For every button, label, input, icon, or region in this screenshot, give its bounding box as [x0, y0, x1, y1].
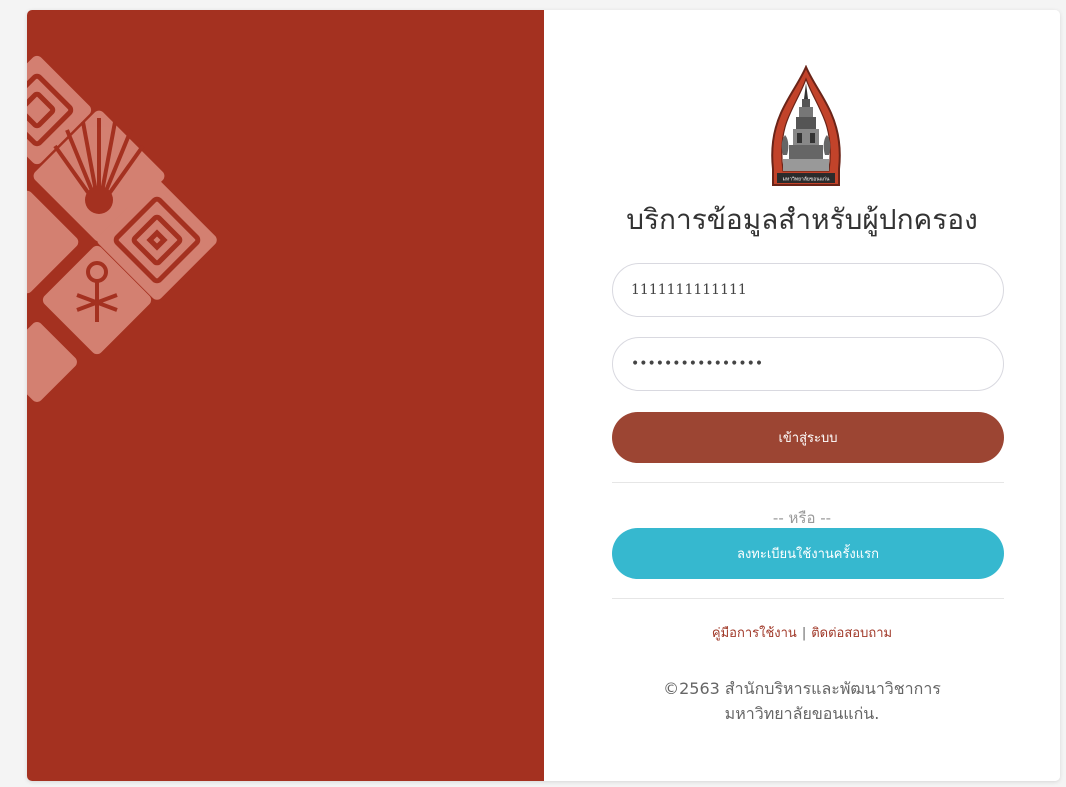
username-input[interactable]: [612, 263, 1004, 317]
page-title: บริการข้อมูลสำหรับผู้ปกครอง: [626, 203, 978, 236]
password-input[interactable]: [612, 337, 1004, 391]
divider: [612, 482, 1004, 483]
logo-caption: มหาวิทยาลัยขอนแก่น: [783, 176, 830, 183]
login-panel: มหาวิทยาลัยขอนแก่น บริการข้อมูลสำหรับผู้…: [544, 10, 1060, 781]
or-separator: -- หรือ --: [772, 509, 832, 527]
copyright-line-2: มหาวิทยาลัยขอนแก่น.: [724, 704, 880, 723]
footer-copyright: ©2563 สำนักบริหารและพัฒนาวิชาการ มหาวิทย…: [544, 676, 1060, 726]
divider: [612, 598, 1004, 599]
login-button[interactable]: เข้าสู่ระบบ: [612, 412, 1004, 463]
university-seal-icon: มหาวิทยาลัยขอนแก่น: [771, 65, 841, 186]
login-card: มหาวิทยาลัยขอนแก่น บริการข้อมูลสำหรับผู้…: [27, 10, 1060, 781]
decorative-pattern: [27, 55, 217, 402]
link-separator: |: [801, 626, 807, 641]
decorative-panel: [27, 10, 544, 781]
copyright-line-1: ©2563 สำนักบริหารและพัฒนาวิชาการ: [663, 679, 941, 698]
contact-link[interactable]: ติดต่อสอบถาม: [811, 626, 892, 641]
help-links: คู่มือการใช้งาน | ติดต่อสอบถาม: [544, 622, 1060, 643]
register-button[interactable]: ลงทะเบียนใช้งานครั้งแรก: [612, 528, 1004, 579]
manual-link[interactable]: คู่มือการใช้งาน: [712, 626, 797, 641]
